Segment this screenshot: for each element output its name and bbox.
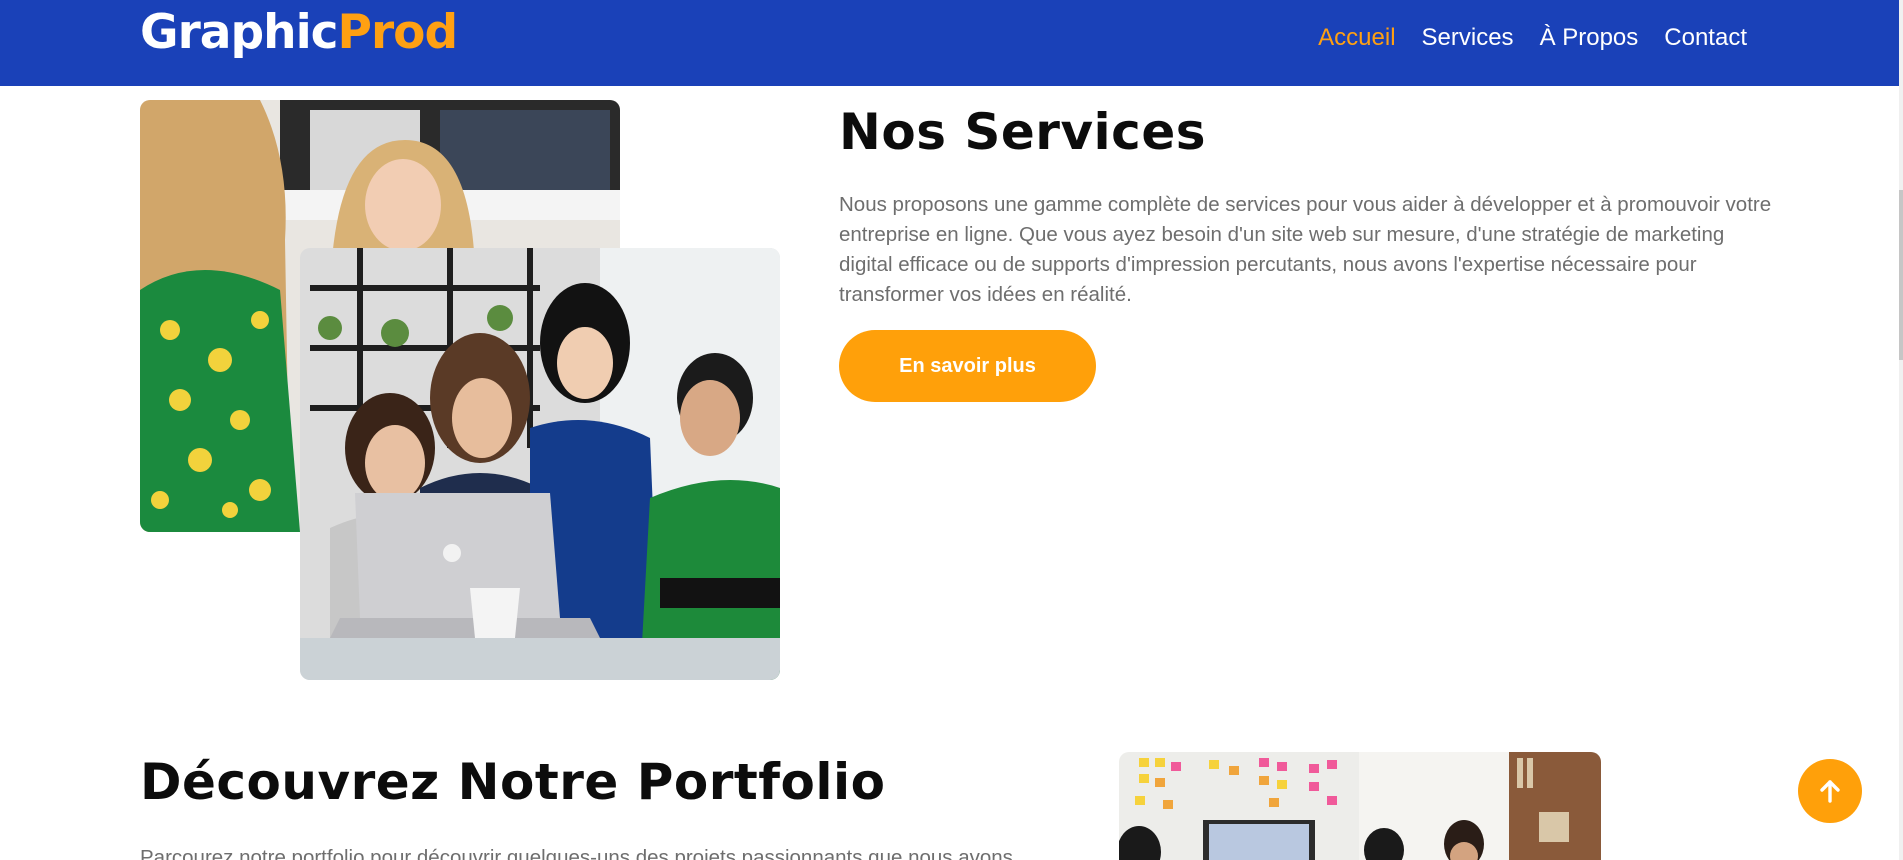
logo-text-graphic: Graphic [140, 5, 339, 60]
logo-text-prod: Prod [337, 5, 459, 60]
site-header: GraphicProd Accueil Services À Propos Co… [0, 0, 1903, 86]
scroll-to-top-button[interactable] [1798, 759, 1862, 823]
site-logo[interactable]: GraphicProd [140, 5, 459, 60]
portfolio-photo [1119, 752, 1601, 860]
portfolio-title: Découvrez Notre Portfolio [140, 753, 886, 811]
nav-link-contact[interactable]: Contact [1664, 22, 1747, 54]
page-scrollbar[interactable] [1899, 0, 1903, 860]
portfolio-description: Parcourez notre portfolio pour découvrir… [140, 846, 1013, 860]
services-photo-front [300, 248, 780, 680]
arrow-up-icon [1819, 779, 1841, 803]
learn-more-button[interactable]: En savoir plus [839, 330, 1096, 402]
nav-link-a-propos[interactable]: À Propos [1540, 22, 1639, 54]
scrollbar-thumb[interactable] [1899, 190, 1903, 360]
nav-link-services[interactable]: Services [1422, 22, 1514, 54]
nav-link-accueil[interactable]: Accueil [1318, 22, 1395, 54]
services-description: Nous proposons une gamme complète de ser… [839, 193, 1772, 306]
services-title: Nos Services [839, 103, 1206, 161]
main-nav: Accueil Services À Propos Contact [1318, 22, 1747, 54]
